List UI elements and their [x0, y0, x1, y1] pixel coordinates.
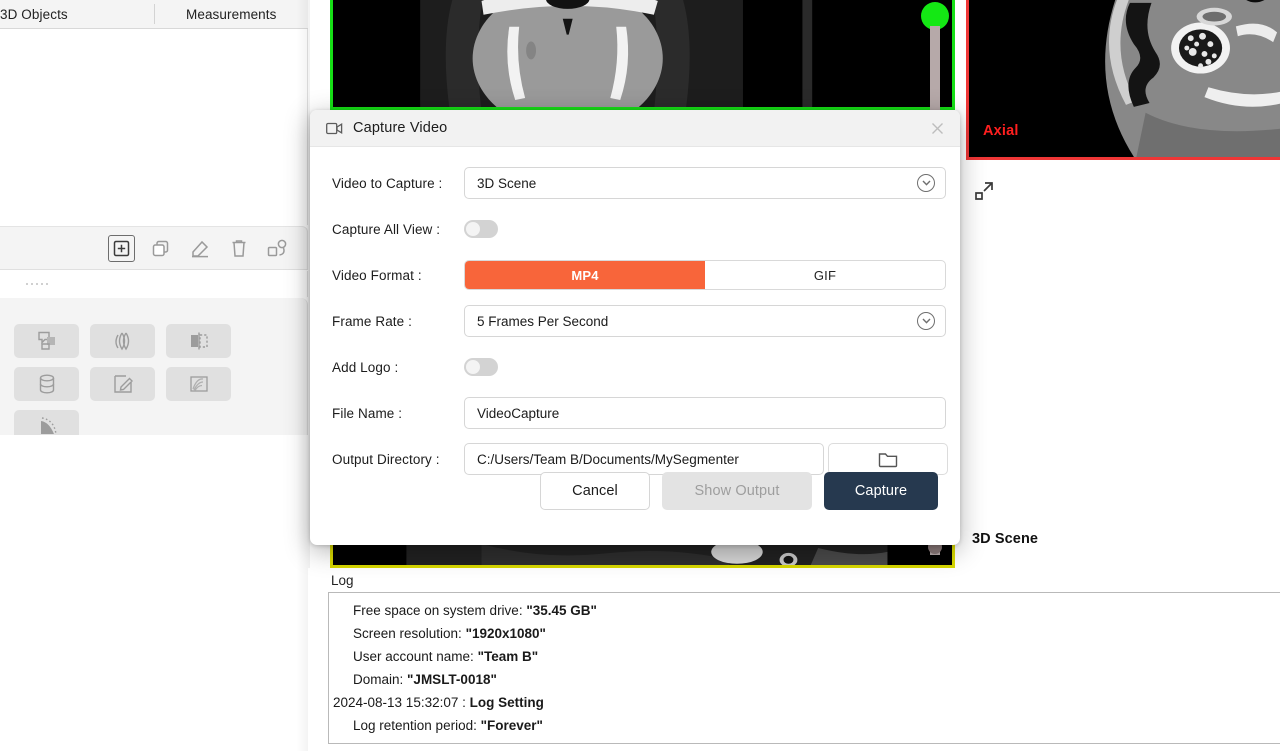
add-logo-toggle[interactable]	[464, 358, 498, 376]
dialog-header: Capture Video	[310, 110, 960, 147]
file-name-input[interactable]: VideoCapture	[464, 397, 946, 429]
capture-all-view-toggle[interactable]	[464, 220, 498, 238]
dialog-body: Video to Capture : 3D Scene Capture All …	[310, 147, 960, 475]
close-icon[interactable]	[924, 115, 950, 141]
video-format-label: Video Format :	[332, 268, 464, 283]
row-file-name: File Name : VideoCapture	[332, 397, 938, 429]
video-format-option-gif[interactable]: GIF	[705, 261, 945, 289]
chevron-down-icon	[917, 312, 935, 330]
video-format-control: MP4 GIF	[464, 260, 946, 290]
capture-button[interactable]: Capture	[824, 472, 938, 510]
dialog-footer: Cancel Show Output Capture	[310, 459, 960, 545]
row-video-to-capture: Video to Capture : 3D Scene	[332, 167, 938, 199]
video-to-capture-select[interactable]: 3D Scene	[464, 167, 946, 199]
modal-overlay: Capture Video Video to Capture : 3D Scen…	[0, 0, 1280, 751]
show-output-button[interactable]: Show Output	[662, 472, 812, 510]
row-frame-rate: Frame Rate : 5 Frames Per Second	[332, 305, 938, 337]
video-format-segmented: MP4 GIF	[464, 260, 946, 290]
dialog-title: Capture Video	[353, 120, 447, 136]
add-logo-label: Add Logo :	[332, 360, 464, 375]
frame-rate-value: 5 Frames Per Second	[477, 314, 917, 329]
cancel-button[interactable]: Cancel	[540, 472, 650, 510]
video-camera-icon	[326, 122, 343, 135]
file-name-control: VideoCapture	[464, 397, 946, 429]
toggle-knob	[466, 360, 480, 374]
video-format-option-mp4[interactable]: MP4	[465, 261, 705, 289]
row-add-logo: Add Logo :	[332, 351, 938, 383]
frame-rate-select[interactable]: 5 Frames Per Second	[464, 305, 946, 337]
row-capture-all-view: Capture All View :	[332, 213, 938, 245]
app-root: Axial 3D Scene	[0, 0, 1280, 751]
video-to-capture-value: 3D Scene	[477, 176, 917, 191]
file-name-label: File Name :	[332, 406, 464, 421]
toggle-knob	[466, 222, 480, 236]
capture-all-view-label: Capture All View :	[332, 222, 464, 237]
row-video-format: Video Format : MP4 GIF	[332, 259, 938, 291]
file-name-value: VideoCapture	[477, 406, 559, 421]
capture-all-view-control	[464, 220, 938, 238]
video-to-capture-control: 3D Scene	[464, 167, 946, 199]
video-to-capture-label: Video to Capture :	[332, 176, 464, 191]
add-logo-control	[464, 358, 938, 376]
chevron-down-icon	[917, 174, 935, 192]
frame-rate-label: Frame Rate :	[332, 314, 464, 329]
capture-video-dialog: Capture Video Video to Capture : 3D Scen…	[310, 110, 960, 545]
frame-rate-control: 5 Frames Per Second	[464, 305, 946, 337]
